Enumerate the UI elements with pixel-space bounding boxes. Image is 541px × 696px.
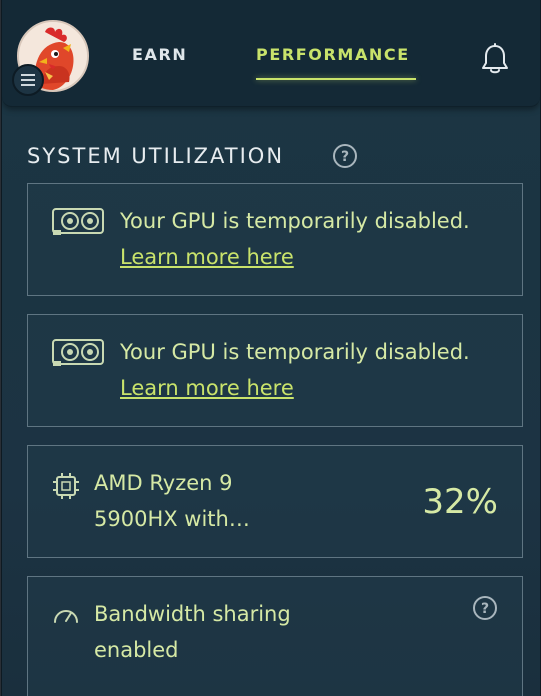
cpu-usage-percent: 32% — [422, 482, 498, 522]
notifications-bell-icon[interactable] — [480, 43, 510, 75]
gpu-icon — [52, 339, 104, 366]
cpu-chip-icon — [53, 473, 79, 499]
help-icon[interactable]: ? — [472, 595, 498, 621]
gpu-status-message: Your GPU is temporarily disabled. — [120, 340, 470, 364]
cpu-usage-card: AMD Ryzen 9 5900HX with… 32% — [27, 445, 523, 558]
learn-more-link[interactable]: Learn more here — [120, 245, 294, 269]
section-title: SYSTEM UTILIZATION — [27, 144, 285, 168]
cpu-name: AMD Ryzen 9 5900HX with… — [94, 465, 344, 537]
gpu-icon — [52, 208, 104, 235]
bandwidth-status: Bandwidth sharing enabled — [94, 596, 394, 668]
bandwidth-line1: Bandwidth sharing — [94, 602, 291, 626]
gpu-status-text: Your GPU is temporarily disabled. Learn … — [120, 334, 500, 406]
top-navigation-bar: EARN PERFORMANCE — [2, 0, 540, 107]
gauge-icon — [54, 610, 78, 623]
cpu-name-line1: AMD Ryzen 9 — [94, 471, 233, 495]
learn-more-link[interactable]: Learn more here — [120, 376, 294, 400]
help-icon[interactable]: ? — [332, 143, 358, 169]
gpu-status-text: Your GPU is temporarily disabled. Learn … — [120, 203, 500, 275]
active-tab-indicator — [256, 78, 416, 80]
svg-text:?: ? — [341, 149, 349, 165]
bandwidth-line2: enabled — [94, 638, 179, 662]
svg-text:?: ? — [481, 601, 489, 617]
hamburger-menu-icon — [21, 74, 35, 86]
tab-performance[interactable]: PERFORMANCE — [256, 45, 410, 64]
gpu-status-card: Your GPU is temporarily disabled. Learn … — [27, 183, 523, 296]
app-window: EARN PERFORMANCE SYSTEM UTILIZATION ? Yo… — [1, 0, 541, 696]
bandwidth-card: Bandwidth sharing enabled ? — [27, 576, 523, 696]
menu-button[interactable] — [12, 64, 44, 96]
cpu-name-line2: 5900HX with… — [94, 507, 250, 531]
gpu-status-message: Your GPU is temporarily disabled. — [120, 209, 470, 233]
tab-earn[interactable]: EARN — [132, 45, 187, 64]
gpu-status-card: Your GPU is temporarily disabled. Learn … — [27, 314, 523, 427]
